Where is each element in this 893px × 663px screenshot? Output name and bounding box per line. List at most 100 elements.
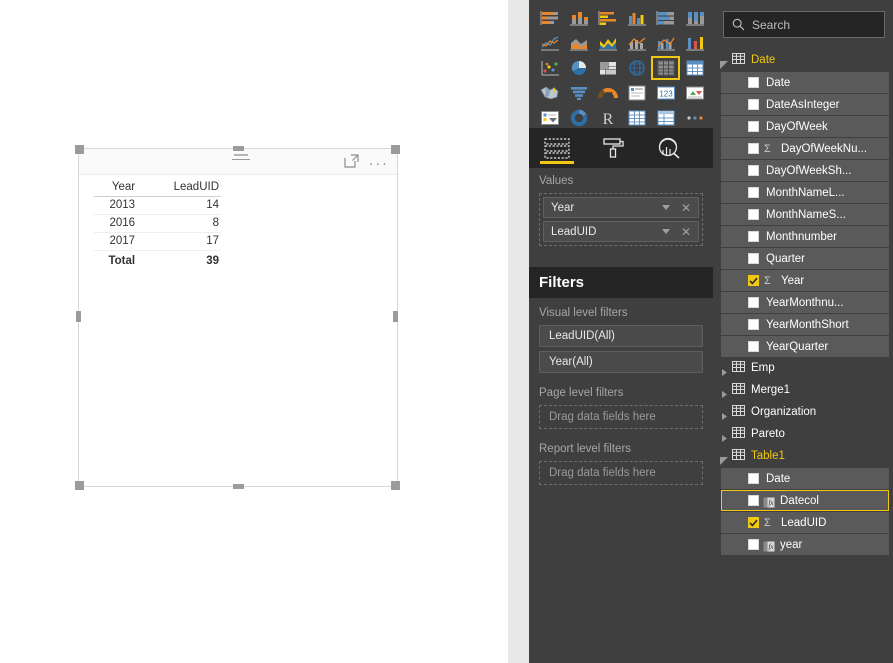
- focus-mode-icon[interactable]: [344, 154, 359, 168]
- field-row[interactable]: YearMonthShort: [721, 314, 889, 335]
- viz-matrix[interactable]: [680, 56, 709, 80]
- field-checkbox[interactable]: [748, 209, 759, 220]
- page-filter-dropzone[interactable]: Drag data fields here: [539, 405, 703, 429]
- viz-pie-chart[interactable]: [564, 56, 593, 80]
- field-checkbox[interactable]: [748, 297, 759, 308]
- viz-line-chart[interactable]: [535, 31, 564, 55]
- viz-table-alt[interactable]: [622, 106, 651, 130]
- field-checkbox[interactable]: [748, 319, 759, 330]
- collapse-toggle[interactable]: [720, 56, 729, 69]
- table-visual[interactable]: ... Year LeadUID 2013 14 2016 8 2017 17 …: [78, 148, 398, 487]
- report-filter-dropzone[interactable]: Drag data fields here: [539, 461, 703, 485]
- viz-slicer[interactable]: [535, 106, 564, 130]
- well-item-year[interactable]: Year ✕: [543, 197, 699, 218]
- viz-ribbon-chart[interactable]: [680, 31, 709, 55]
- more-options-icon[interactable]: ...: [369, 153, 389, 168]
- field-row[interactable]: fx year: [721, 534, 889, 555]
- field-checkbox[interactable]: [748, 77, 759, 88]
- tab-analytics[interactable]: [641, 128, 697, 168]
- table-row[interactable]: 2016 8: [94, 214, 221, 233]
- viz-line-and-clustered-column-chart[interactable]: [651, 31, 680, 55]
- field-checkbox[interactable]: [748, 539, 759, 550]
- field-checkbox[interactable]: [748, 231, 759, 242]
- visualization-gallery[interactable]: 123 R: [529, 0, 713, 128]
- table-row[interactable]: 2013 14: [94, 196, 221, 215]
- column-header-leaduid[interactable]: LeadUID: [143, 179, 221, 197]
- field-checkbox[interactable]: [748, 99, 759, 110]
- viz-map[interactable]: [622, 56, 651, 80]
- viz-kpi[interactable]: [680, 81, 709, 105]
- resize-handle-bottom-left[interactable]: [75, 481, 84, 490]
- field-row[interactable]: DateAsInteger: [721, 94, 889, 115]
- field-row[interactable]: YearMonthnu...: [721, 292, 889, 313]
- resize-handle-top-center[interactable]: [233, 146, 244, 151]
- viz-multi-row-card[interactable]: [622, 81, 651, 105]
- remove-field-icon[interactable]: ✕: [679, 202, 693, 214]
- table-row[interactable]: 2017 17: [94, 232, 221, 251]
- field-row[interactable]: fx Datecol: [721, 490, 889, 511]
- expand-toggle[interactable]: [720, 386, 729, 398]
- field-row[interactable]: Quarter: [721, 248, 889, 269]
- resize-handle-bottom-center[interactable]: [233, 484, 244, 489]
- viz-stacked-area-chart[interactable]: [593, 31, 622, 55]
- viz-gauge-chart[interactable]: [593, 81, 622, 105]
- filter-icon[interactable]: [232, 154, 250, 166]
- expand-toggle[interactable]: [720, 364, 729, 376]
- viz-stacked-column-chart[interactable]: [564, 6, 593, 30]
- fields-tree[interactable]: Date Date DateAsInteger DayOfWeek Σ DayOfWeek…: [713, 49, 893, 555]
- resize-handle-middle-right[interactable]: [393, 311, 398, 322]
- field-checkbox[interactable]: [748, 187, 759, 198]
- viz-matrix-alt[interactable]: [651, 106, 680, 130]
- search-input[interactable]: Search: [723, 11, 885, 38]
- table-node-pareto[interactable]: Pareto: [713, 423, 893, 445]
- viz-r-script-visual[interactable]: R: [593, 106, 622, 130]
- filter-card[interactable]: LeadUID(All): [539, 325, 703, 347]
- column-header-year[interactable]: Year: [94, 179, 144, 197]
- field-checkbox[interactable]: [748, 165, 759, 176]
- viz-card[interactable]: 123: [651, 81, 680, 105]
- viz-line-and-stacked-column-chart[interactable]: [622, 31, 651, 55]
- table-node-date[interactable]: Date: [713, 49, 893, 71]
- viz-100-stacked-bar-chart[interactable]: [651, 6, 680, 30]
- viz-area-chart[interactable]: [564, 31, 593, 55]
- tab-fields[interactable]: [529, 128, 585, 168]
- chevron-down-icon[interactable]: [662, 205, 670, 210]
- viz-filled-map[interactable]: [535, 81, 564, 105]
- field-row[interactable]: Date: [721, 468, 889, 489]
- viz-donut-chart[interactable]: [564, 106, 593, 130]
- table-grid[interactable]: Year LeadUID 2013 14 2016 8 2017 17 Tota…: [94, 179, 221, 270]
- viz-clustered-column-chart[interactable]: [622, 6, 651, 30]
- viz-scatter-chart[interactable]: [535, 56, 564, 80]
- well-item-leaduid[interactable]: LeadUID ✕: [543, 221, 699, 242]
- resize-handle-top-right[interactable]: [391, 145, 400, 154]
- viz-funnel-chart[interactable]: [564, 81, 593, 105]
- field-row[interactable]: MonthNameL...: [721, 182, 889, 203]
- values-well[interactable]: Year ✕ LeadUID ✕: [539, 193, 703, 246]
- resize-handle-middle-left[interactable]: [76, 311, 81, 322]
- viz-clustered-bar-chart[interactable]: [593, 6, 622, 30]
- viz-table[interactable]: [651, 56, 680, 80]
- expand-toggle[interactable]: [720, 408, 729, 420]
- field-checkbox-checked[interactable]: [748, 517, 759, 528]
- expand-toggle[interactable]: [720, 430, 729, 442]
- field-checkbox[interactable]: [748, 121, 759, 132]
- field-checkbox[interactable]: [748, 473, 759, 484]
- report-canvas-area[interactable]: ... Year LeadUID 2013 14 2016 8 2017 17 …: [0, 0, 529, 663]
- viz-100-stacked-column-chart[interactable]: [680, 6, 709, 30]
- field-checkbox[interactable]: [748, 341, 759, 352]
- filter-card[interactable]: Year(All): [539, 351, 703, 373]
- chevron-down-icon[interactable]: [662, 229, 670, 234]
- field-checkbox[interactable]: [748, 253, 759, 264]
- table-node-table1[interactable]: Table1: [713, 445, 893, 467]
- field-row[interactable]: Σ LeadUID: [721, 512, 889, 533]
- viz-stacked-bar-chart[interactable]: [535, 6, 564, 30]
- field-checkbox-checked[interactable]: [748, 275, 759, 286]
- collapse-toggle[interactable]: [720, 452, 729, 465]
- field-row[interactable]: DayOfWeek: [721, 116, 889, 137]
- resize-handle-bottom-right[interactable]: [391, 481, 400, 490]
- field-row[interactable]: Σ DayOfWeekNu...: [721, 138, 889, 159]
- viz-treemap[interactable]: [593, 56, 622, 80]
- field-row[interactable]: YearQuarter: [721, 336, 889, 357]
- viz-more-visuals[interactable]: [680, 106, 709, 130]
- field-row[interactable]: Monthnumber: [721, 226, 889, 247]
